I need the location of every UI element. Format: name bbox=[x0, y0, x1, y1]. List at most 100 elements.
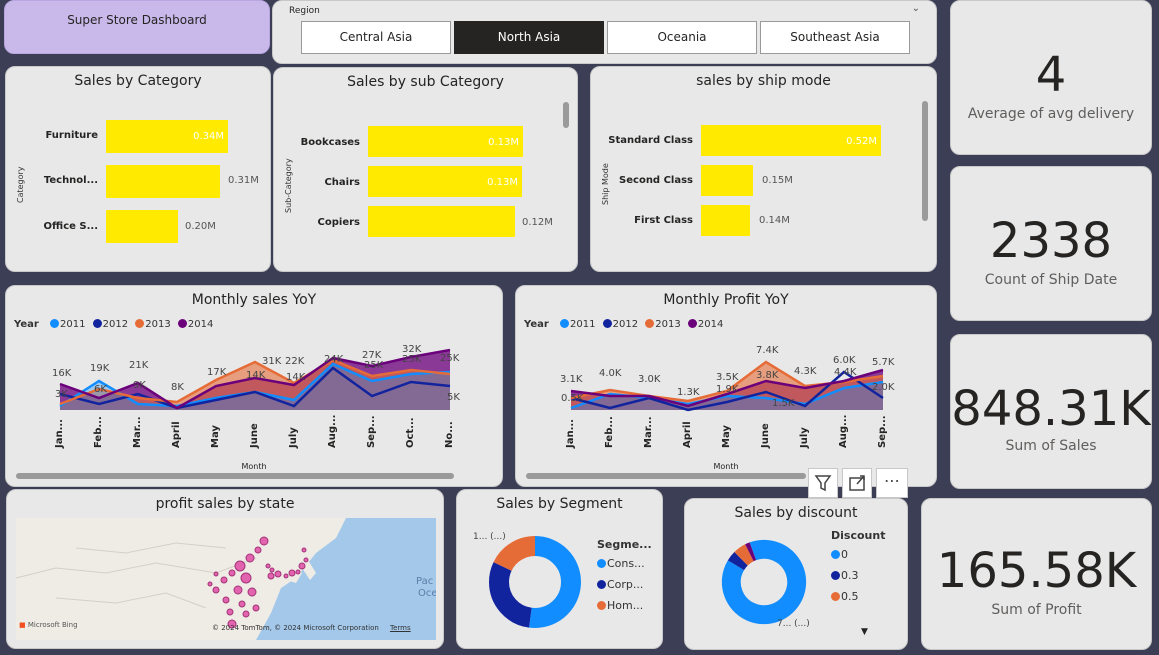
x-tick-label: June bbox=[249, 423, 260, 448]
data-label: 1.9K bbox=[716, 384, 739, 395]
filter-icon[interactable] bbox=[808, 468, 838, 498]
legend-item[interactable]: Hom... bbox=[607, 599, 643, 612]
x-tick-label: May bbox=[721, 425, 732, 448]
bing-logo: ■ Microsoft Bing bbox=[19, 621, 78, 629]
monthly-sales-chart: Monthly sales YoY Year 2011 2012 2013 20… bbox=[5, 285, 503, 487]
data-label: 31K bbox=[262, 356, 282, 367]
horizontal-scrollbar[interactable] bbox=[16, 473, 454, 479]
kpi-avg-delivery: 4 Average of avg delivery bbox=[950, 0, 1152, 155]
kpi-label: Count of Ship Date bbox=[984, 272, 1118, 288]
legend-item[interactable]: 0.5 bbox=[841, 590, 859, 603]
segment-donut[interactable] bbox=[485, 532, 585, 632]
data-label: 21K bbox=[129, 360, 149, 371]
x-tick-label: Feb... bbox=[604, 416, 615, 448]
data-label: 7.4K bbox=[756, 345, 779, 356]
data-label: 14K bbox=[246, 370, 266, 381]
bar-data-label: 0.34M bbox=[193, 131, 224, 142]
monthly-profit-chart: Monthly Profit YoY Year 2011 2012 2013 2… bbox=[515, 285, 937, 487]
map-terms-link[interactable]: Terms bbox=[390, 624, 411, 632]
kpi-label: Sum of Sales bbox=[1005, 438, 1097, 454]
slicer-option-oceania[interactable]: Oceania bbox=[607, 21, 757, 54]
ocean-label: Oce bbox=[418, 588, 436, 599]
bar-furniture[interactable]: 0.34M bbox=[106, 120, 228, 153]
sales-by-category-chart: Sales by Category Category Furniture Tec… bbox=[5, 66, 271, 272]
data-label: 0.5K bbox=[561, 393, 584, 404]
x-tick-label: July bbox=[799, 427, 810, 448]
chevron-down-icon[interactable]: ⌄ bbox=[912, 3, 920, 14]
data-label: 16K bbox=[52, 368, 72, 379]
legend-dot bbox=[831, 592, 840, 601]
legend-title: Discount bbox=[831, 529, 886, 542]
horizontal-scrollbar[interactable] bbox=[526, 473, 806, 479]
data-label: 25K bbox=[402, 354, 422, 365]
data-label: 3.8K bbox=[756, 370, 779, 381]
map-canvas[interactable]: Pac Oce bbox=[16, 518, 436, 640]
data-label: 1.3K bbox=[677, 387, 700, 398]
focus-mode-icon[interactable] bbox=[842, 468, 872, 498]
bar-chairs[interactable]: 0.13M bbox=[368, 166, 522, 197]
monthly-sales-plot bbox=[59, 348, 451, 410]
map-credit: © 2024 TomTom, © 2024 Microsoft Corporat… bbox=[212, 624, 379, 632]
legend-dot bbox=[831, 571, 840, 580]
x-tick-label: Sep... bbox=[366, 415, 377, 448]
legend-item[interactable]: Corp... bbox=[607, 578, 643, 591]
bar-data-label: 0.52M bbox=[846, 136, 877, 147]
kpi-label: Average of avg delivery bbox=[967, 106, 1135, 122]
legend-item[interactable]: 0 bbox=[841, 548, 848, 561]
data-label: 25K bbox=[364, 360, 384, 371]
bar-data-label: 0.31M bbox=[228, 175, 259, 186]
chart-title: profit sales by state bbox=[155, 496, 295, 512]
legend-item[interactable]: Cons... bbox=[607, 557, 645, 570]
donut-slice-label: 7... (...) bbox=[777, 619, 810, 629]
more-options-icon[interactable]: ⋯ bbox=[876, 468, 908, 498]
sales-by-sub-category-chart: Sales by sub Category Sub-Category Bookc… bbox=[273, 67, 578, 272]
bar-data-label: 0.13M bbox=[488, 137, 519, 148]
bar-first-class[interactable] bbox=[701, 205, 750, 236]
x-tick-label: Mar... bbox=[643, 416, 654, 448]
kpi-value: 2338 bbox=[989, 213, 1113, 269]
bar-standard-class[interactable]: 0.52M bbox=[701, 125, 881, 156]
data-label: 8K bbox=[171, 382, 184, 393]
bar-category-label: Copiers bbox=[317, 217, 360, 228]
kpi-value: 848.31K bbox=[951, 381, 1151, 437]
bar-bookcases[interactable]: 0.13M bbox=[368, 126, 523, 157]
bar-second-class[interactable] bbox=[701, 165, 753, 196]
data-label: 3.1K bbox=[560, 374, 583, 385]
data-label: 5K bbox=[447, 392, 460, 403]
slicer-option-north-asia[interactable]: North Asia bbox=[454, 21, 604, 54]
bar-category-label: Standard Class bbox=[608, 135, 693, 146]
bar-data-label: 0.15M bbox=[762, 175, 793, 186]
legend-scroll-down-icon[interactable]: ▼ bbox=[861, 627, 868, 637]
x-axis-title: Month bbox=[241, 462, 267, 471]
bar-data-label: 0.12M bbox=[522, 217, 553, 228]
slicer-option-central-asia[interactable]: Central Asia bbox=[301, 21, 451, 54]
vertical-scrollbar[interactable] bbox=[922, 101, 928, 221]
x-tick-label: Oct... bbox=[405, 417, 416, 448]
data-label: 24K bbox=[324, 354, 344, 365]
chart-title: Sales by Segment bbox=[496, 496, 623, 512]
dashboard-title-card: Super Store Dashboard bbox=[4, 0, 270, 54]
x-tick-label: May bbox=[210, 425, 221, 448]
data-label: 9K bbox=[133, 380, 146, 391]
x-tick-label: Aug... bbox=[327, 414, 338, 448]
vertical-scrollbar[interactable] bbox=[563, 102, 569, 128]
legend-dot bbox=[597, 580, 606, 589]
legend-item[interactable]: 0.3 bbox=[841, 569, 859, 582]
x-tick-label: Jan... bbox=[565, 419, 576, 448]
axis-title: Category bbox=[16, 166, 25, 203]
bar-office-supplies[interactable] bbox=[106, 210, 178, 243]
legend-title: Segme... bbox=[597, 538, 652, 551]
kpi-sum-of-profit: 165.58K Sum of Profit bbox=[921, 498, 1152, 650]
data-label: 1.5K bbox=[772, 398, 795, 409]
data-label: 19K bbox=[90, 363, 110, 374]
sales-by-discount-chart: Sales by discount 7... (...) Discount 0 … bbox=[684, 498, 908, 650]
data-label: 3.5K bbox=[716, 372, 739, 383]
bar-copiers[interactable] bbox=[368, 206, 515, 237]
x-tick-label: Aug... bbox=[838, 414, 849, 448]
slicer-option-southeast-asia[interactable]: Southeast Asia bbox=[760, 21, 910, 54]
discount-donut[interactable] bbox=[721, 539, 807, 625]
visual-header-toolbar: ⋯ bbox=[808, 468, 908, 498]
bar-category-label: Furniture bbox=[45, 130, 98, 141]
bar-technology[interactable] bbox=[106, 165, 220, 198]
x-tick-label: Feb... bbox=[93, 416, 104, 448]
